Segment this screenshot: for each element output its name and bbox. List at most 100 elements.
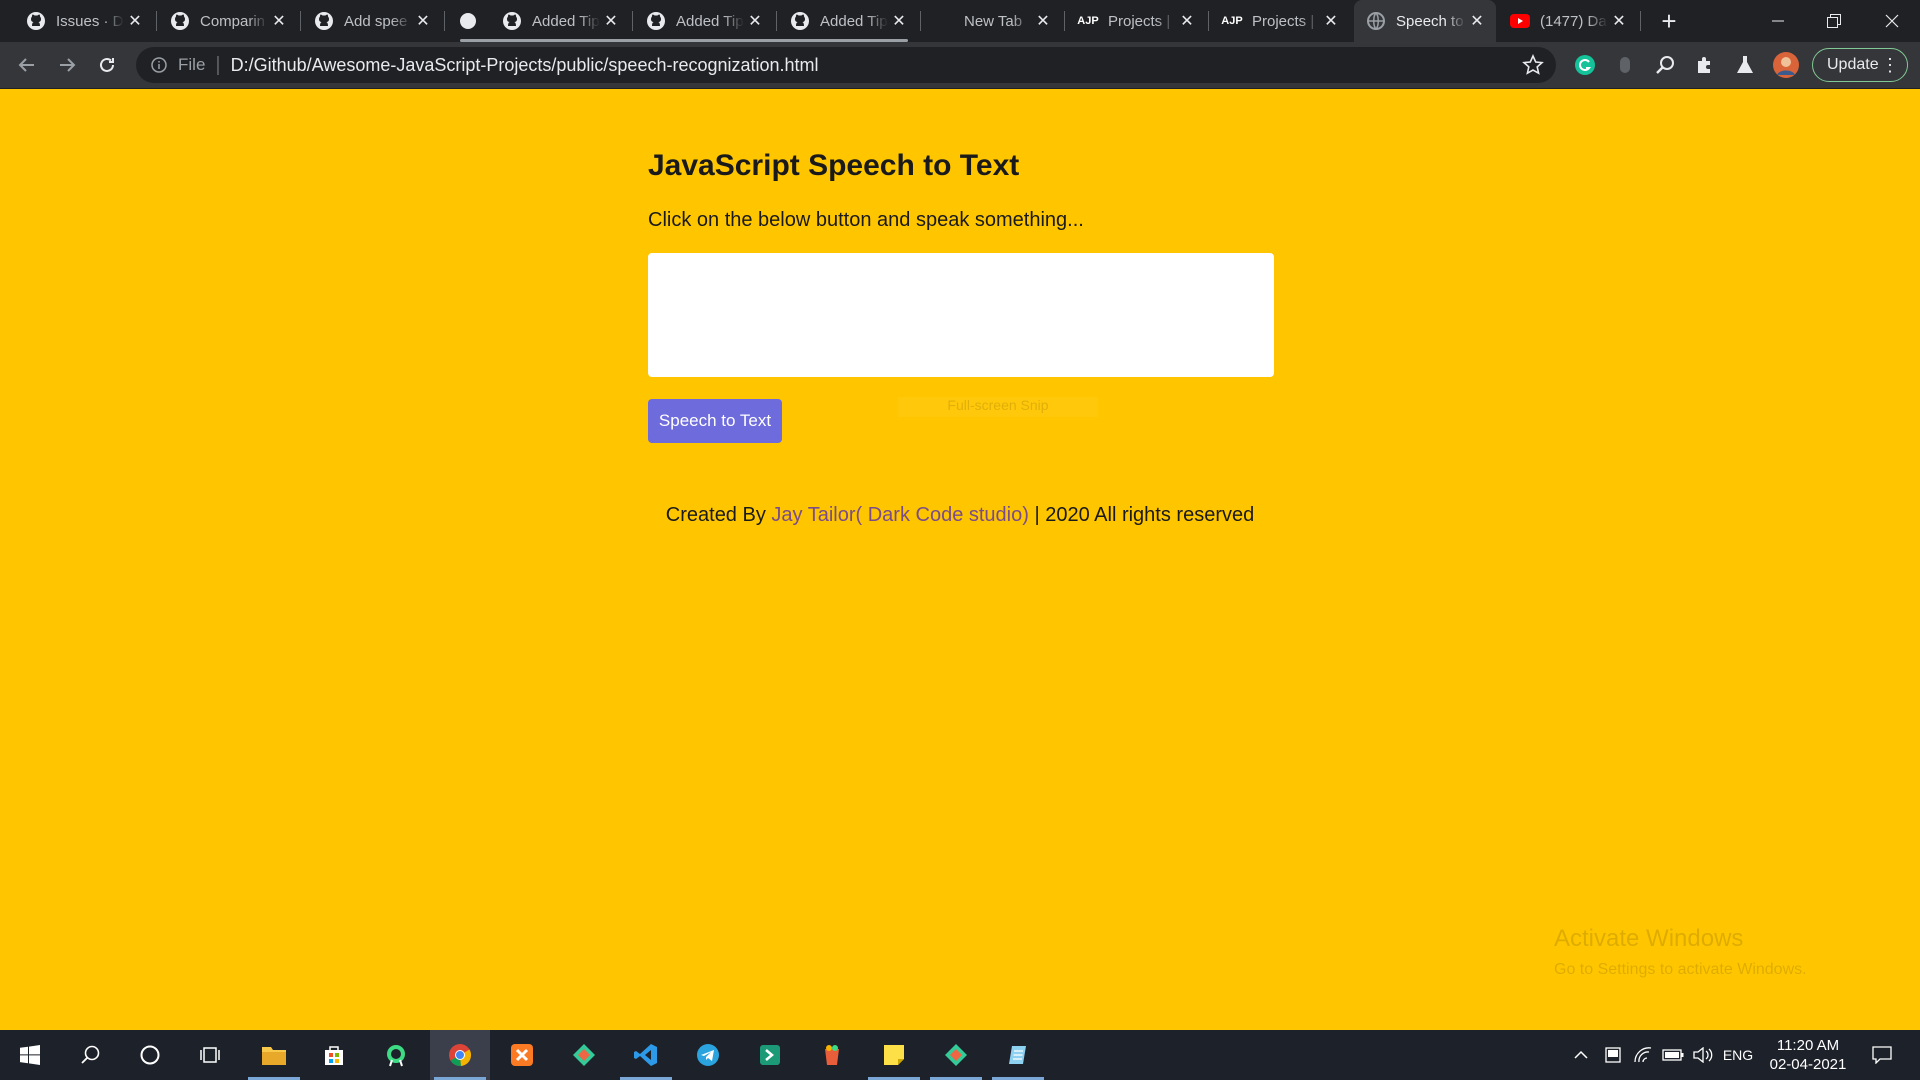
close-window-button[interactable] [1864,0,1920,42]
browser-tab[interactable]: AJP Projects | ✕ [1066,0,1206,42]
grammarly-icon[interactable] [1573,53,1597,77]
minimize-button[interactable] [1750,0,1806,42]
labs-flask-icon[interactable] [1733,53,1757,77]
reload-button[interactable] [92,50,122,80]
browser-tab[interactable]: New Tab ✕ [922,0,1062,42]
circle-icon [458,11,478,31]
url-scheme: File [178,55,206,74]
tab-title: Projects | [1252,12,1315,30]
profile-avatar[interactable] [1772,51,1800,79]
notepad-icon[interactable] [988,1030,1048,1080]
notifications-icon[interactable] [1864,1030,1900,1080]
cortana-icon[interactable] [120,1030,180,1080]
xampp-icon[interactable] [492,1030,552,1080]
tab-title: Issues · D [56,12,124,30]
instructions-text: Click on the below button and speak some… [648,209,1084,231]
blank-favicon [934,11,954,31]
watermark-title: Activate Windows [1554,925,1744,952]
puzzle-extensions-icon[interactable] [1693,53,1717,77]
ajp-icon: AJP [1077,15,1099,27]
browser-tab[interactable]: Added Tip ✕ [634,0,774,42]
forward-button[interactable] [52,50,82,80]
browser-tab[interactable]: Add spee ✕ [302,0,442,42]
github-icon [170,11,190,31]
close-icon[interactable]: ✕ [1176,10,1198,32]
volume-icon[interactable] [1690,1030,1716,1080]
close-icon[interactable]: ✕ [1032,10,1054,32]
browser-tab[interactable]: AJP Projects | ✕ [1210,0,1350,42]
close-icon[interactable]: ✕ [888,10,910,32]
drink-app-icon[interactable] [802,1030,862,1080]
globe-icon [1366,11,1386,31]
close-icon[interactable]: ✕ [1320,10,1342,32]
tab-title: (1477) Da [1540,12,1607,30]
android-studio-icon[interactable] [366,1030,426,1080]
footer: Created By Jay Tailor( Dark Code studio)… [0,504,1920,527]
author-link[interactable]: Jay Tailor( Dark Code studio) [771,504,1029,526]
task-view-icon[interactable] [180,1030,240,1080]
close-icon[interactable]: ✕ [412,10,434,32]
github-icon [790,11,810,31]
windows-taskbar: ENG 11:20 AM 02-04-2021 [0,1030,1920,1080]
start-button[interactable] [0,1030,60,1080]
browser-toolbar: File | D:/Github/Awesome-JavaScript-Proj… [0,42,1920,89]
browser-tab[interactable]: Added Tip ✕ [778,0,918,42]
address-bar[interactable]: File | D:/Github/Awesome-JavaScript-Proj… [136,47,1556,83]
browser-tab[interactable]: (1477) Da ✕ [1498,0,1638,42]
tablet-icon[interactable] [1600,1030,1626,1080]
bookmark-star-icon[interactable] [1522,54,1544,81]
browser-tab[interactable]: Added Tip ✕ [490,0,630,42]
github-icon [502,11,522,31]
tab-title: Added Tip [532,12,600,30]
browser-tab[interactable] [446,0,490,42]
speech-to-text-button[interactable]: Speech to Text [648,399,782,443]
new-tab-button[interactable]: + [1654,6,1684,36]
tab-title: Comparin [200,12,266,30]
wifi-icon[interactable] [1630,1030,1656,1080]
restore-button[interactable] [1806,0,1862,42]
url-text[interactable]: D:/Github/Awesome-JavaScript-Projects/pu… [231,55,819,76]
chrome-icon[interactable] [430,1030,490,1080]
tab-title: New Tab [964,12,1023,30]
close-icon[interactable]: ✕ [600,10,622,32]
show-hidden-icons-chevron-icon[interactable] [1568,1030,1594,1080]
github-icon [26,11,46,31]
close-icon[interactable]: ✕ [1466,10,1488,32]
speech-result-textarea[interactable] [648,253,1274,377]
telegram-icon[interactable] [678,1030,738,1080]
close-icon[interactable]: ✕ [124,10,146,32]
back-button[interactable] [12,50,42,80]
info-icon[interactable] [150,56,168,74]
taskbar-clock[interactable]: 11:20 AM 02-04-2021 [1762,1036,1854,1074]
browser-tab[interactable]: Issues · D ✕ [14,0,154,42]
sticky-notes-icon[interactable] [864,1030,924,1080]
browser-tab-active[interactable]: Speech to ✕ [1354,0,1496,42]
git-kraken-icon[interactable] [554,1030,614,1080]
close-icon[interactable]: ✕ [268,10,290,32]
extension-icon[interactable] [1613,53,1637,77]
close-icon[interactable]: ✕ [744,10,766,32]
update-button[interactable]: Update ⋮ [1812,48,1908,82]
activate-windows-watermark: Activate Windows Go to Settings to activ… [1554,925,1807,979]
vscode-icon[interactable] [616,1030,676,1080]
github-icon [646,11,666,31]
microsoft-store-icon[interactable] [304,1030,364,1080]
more-menu-icon[interactable]: ⋮ [1881,53,1899,77]
language-indicator[interactable]: ENG [1720,1030,1756,1080]
browser-tab[interactable]: Comparin ✕ [158,0,298,42]
snip-overlay-label: Full-screen Snip [898,397,1098,417]
footer-suffix: | 2020 All rights reserved [1028,504,1255,526]
close-icon[interactable]: ✕ [1608,10,1630,32]
terminal-app-icon[interactable] [740,1030,800,1080]
tab-title: Projects | [1108,12,1171,30]
search-icon[interactable] [1653,53,1677,77]
battery-icon[interactable] [1660,1030,1686,1080]
web-page: JavaScript Speech to Text Click on the b… [0,89,1920,1030]
search-icon[interactable] [60,1030,120,1080]
youtube-icon [1510,11,1530,31]
git-kraken-icon[interactable] [926,1030,986,1080]
ajp-icon: AJP [1221,15,1243,27]
tab-title: Added Tip [676,12,744,30]
file-explorer-icon[interactable] [244,1030,304,1080]
tab-title: Added Tip [820,12,888,30]
